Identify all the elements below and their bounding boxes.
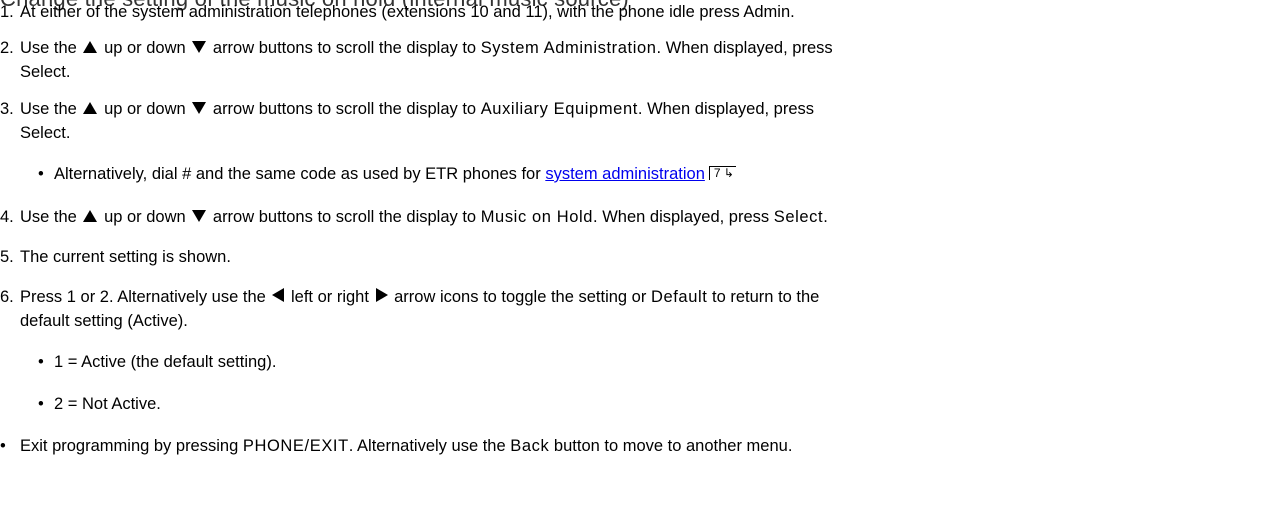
left-arrow-icon bbox=[272, 288, 285, 302]
step-text: Exit programming by pressing PHONE/EXIT.… bbox=[20, 437, 793, 455]
down-arrow-icon bbox=[192, 41, 207, 53]
step-text: At either of the system administration t… bbox=[20, 3, 795, 21]
step-text: Use the up or down arrow buttons to scro… bbox=[20, 100, 815, 142]
up-arrow-icon bbox=[83, 210, 98, 222]
step-number: 5. bbox=[0, 248, 14, 266]
step-text: The current setting is shown. bbox=[20, 248, 231, 266]
step-number: 3. bbox=[0, 100, 14, 118]
step-text: Press 1 or 2. Alternatively use the left… bbox=[20, 288, 820, 330]
right-arrow-icon bbox=[375, 288, 388, 302]
down-arrow-icon bbox=[192, 210, 207, 222]
bullet-text: Alternatively, dial # and the same code … bbox=[54, 165, 736, 183]
bullet-dot: • bbox=[0, 437, 6, 455]
bullet-dot: • bbox=[38, 395, 44, 413]
step-text: Use the up or down arrow buttons to scro… bbox=[20, 208, 829, 226]
step-number: 4. bbox=[0, 208, 14, 226]
bullet-text: 2 = Not Active. bbox=[54, 395, 161, 413]
step-number: 6. bbox=[0, 288, 14, 306]
system-administration-link[interactable]: system administration bbox=[545, 165, 705, 183]
bullet-text: 1 = Active (the default setting). bbox=[54, 353, 277, 371]
step-number: 2. bbox=[0, 39, 14, 57]
step-number: 1. bbox=[0, 3, 14, 21]
page-ref-arrow-icon: ↳ bbox=[723, 166, 734, 180]
bullet-dot: • bbox=[38, 353, 44, 371]
page-reference[interactable]: 7 ↳ bbox=[708, 166, 736, 180]
bullet-dot: • bbox=[38, 165, 44, 183]
up-arrow-icon bbox=[83, 41, 98, 53]
down-arrow-icon bbox=[192, 102, 207, 114]
step-text: Use the up or down arrow buttons to scro… bbox=[20, 39, 833, 81]
up-arrow-icon bbox=[83, 102, 98, 114]
